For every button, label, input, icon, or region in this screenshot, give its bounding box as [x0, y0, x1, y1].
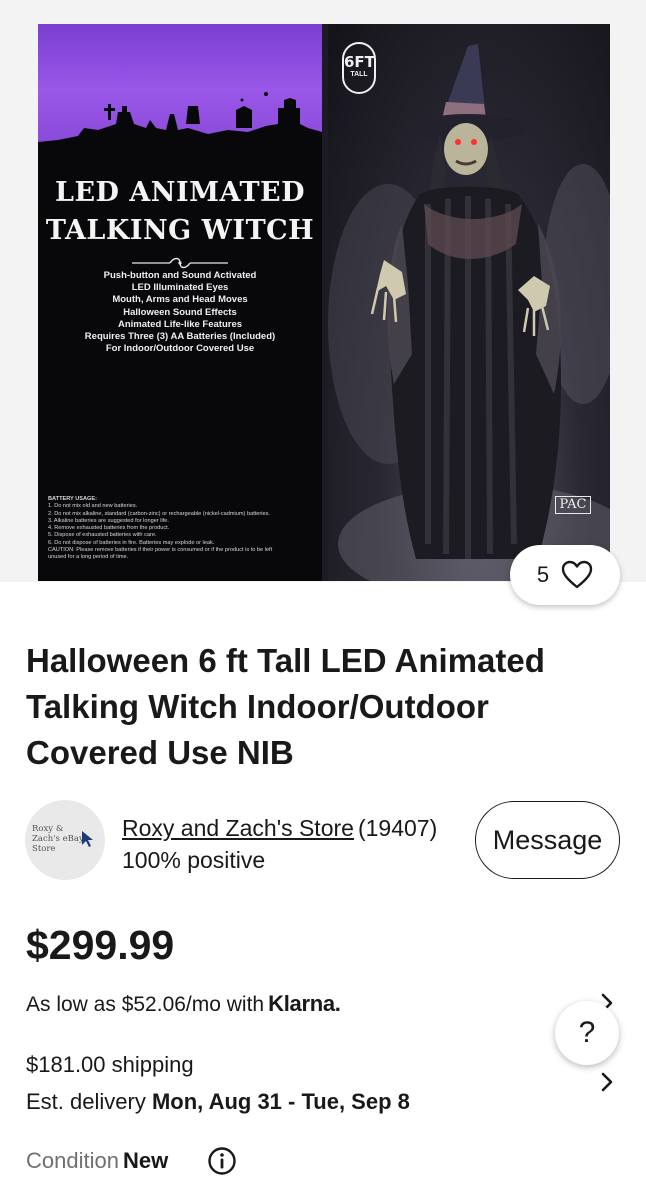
- seller-store-link[interactable]: Roxy and Zach's Store: [122, 815, 354, 841]
- feature-item: Mouth, Arms and Head Moves: [112, 294, 248, 306]
- battery-line: 6. Do not dispose of batteries in fire. …: [48, 539, 215, 546]
- price: $299.99: [26, 922, 175, 968]
- product-image-gallery[interactable]: LED ANIMATED TALKING WITCH Push-button a…: [0, 0, 646, 605]
- watch-count: 5: [536, 562, 550, 587]
- seller-card: Roxy & Zach's eBay Store Roxy and Zach's…: [25, 800, 625, 882]
- chevron-right-icon[interactable]: [600, 1071, 614, 1093]
- battery-line: 3. Alkaline batteries are suggested for …: [48, 517, 169, 524]
- installment-row[interactable]: As low as $52.06/mo with Klarna.: [26, 989, 341, 1020]
- seller-feedback-count: (19407): [357, 815, 438, 841]
- box-title: LED ANIMATED TALKING WITCH: [38, 174, 322, 250]
- condition-label: Condition: [26, 1148, 119, 1173]
- installment-text: As low as $52.06/mo with: [26, 993, 265, 1016]
- help-button[interactable]: ?: [555, 1001, 619, 1065]
- battery-heading: BATTERY USAGE:: [48, 496, 97, 502]
- battery-line: 2. Do not mix alkaline, standard (carbon…: [48, 510, 270, 517]
- estimated-delivery[interactable]: Est. delivery Mon, Aug 31 - Tue, Sep 8: [26, 1087, 410, 1117]
- watch-button[interactable]: 5: [510, 545, 620, 605]
- product-image[interactable]: LED ANIMATED TALKING WITCH Push-button a…: [38, 24, 610, 581]
- flourish-ornament: [132, 257, 228, 269]
- height-badge: 6FT TALL: [342, 42, 376, 94]
- feature-item: LED Illuminated Eyes: [131, 282, 229, 294]
- feature-item: Push-button and Sound Activated: [103, 270, 257, 281]
- battery-line: CAUTION: Please remove batteries if thei…: [48, 547, 273, 554]
- feature-item: For Indoor/Outdoor Covered Use: [105, 343, 255, 355]
- graveyard-silhouette: [38, 92, 322, 154]
- seller-store-line: Roxy and Zach's Store (19407): [122, 814, 437, 842]
- battery-line: unused for a long period of time.: [48, 554, 129, 561]
- shipping-cost[interactable]: $181.00 shipping: [26, 1050, 194, 1080]
- feature-item: Requires Three (3) AA Batteries (Include…: [84, 331, 276, 343]
- box-title-line-1: LED ANIMATED: [54, 177, 306, 208]
- battery-usage: BATTERY USAGE: 1. Do not mix old and new…: [48, 496, 316, 562]
- feature-item: Halloween Sound Effects: [123, 306, 237, 318]
- brand-logo: PAC: [555, 496, 591, 514]
- klarna-logo: Klarna.: [268, 991, 341, 1016]
- condition-row: Condition New: [26, 1146, 168, 1176]
- condition-value: New: [122, 1148, 169, 1173]
- heart-icon: [561, 560, 593, 589]
- battery-line: 4. Remove exhausted batteries from the p…: [48, 525, 170, 532]
- badge-size: 6FT: [344, 53, 375, 71]
- message-button[interactable]: Message: [475, 801, 620, 879]
- badge-unit: TALL: [350, 71, 368, 78]
- seller-avatar[interactable]: Roxy & Zach's eBay Store: [25, 800, 105, 880]
- seller-positive-rating: 100% positive: [122, 847, 266, 873]
- delivery-label: Est. delivery: [26, 1089, 146, 1114]
- delivery-dates: Mon, Aug 31 - Tue, Sep 8: [151, 1089, 410, 1114]
- feature-item: Animated Life-like Features: [117, 318, 243, 330]
- battery-line: 5. Dispose of exhausted batteries with c…: [48, 532, 157, 539]
- cursor-icon: [82, 831, 93, 847]
- box-side-panel: 6FT TALL PAC: [328, 24, 610, 581]
- info-icon[interactable]: [207, 1146, 237, 1176]
- box-front-panel: LED ANIMATED TALKING WITCH Push-button a…: [38, 24, 322, 581]
- battery-line: 1. Do not mix old and new batteries.: [48, 503, 138, 510]
- listing-title: Halloween 6 ft Tall LED Animated Talking…: [26, 642, 545, 771]
- box-title-line-2: TALKING WITCH: [45, 215, 315, 246]
- feature-list: Push-button and Sound Activated LED Illu…: [38, 270, 322, 355]
